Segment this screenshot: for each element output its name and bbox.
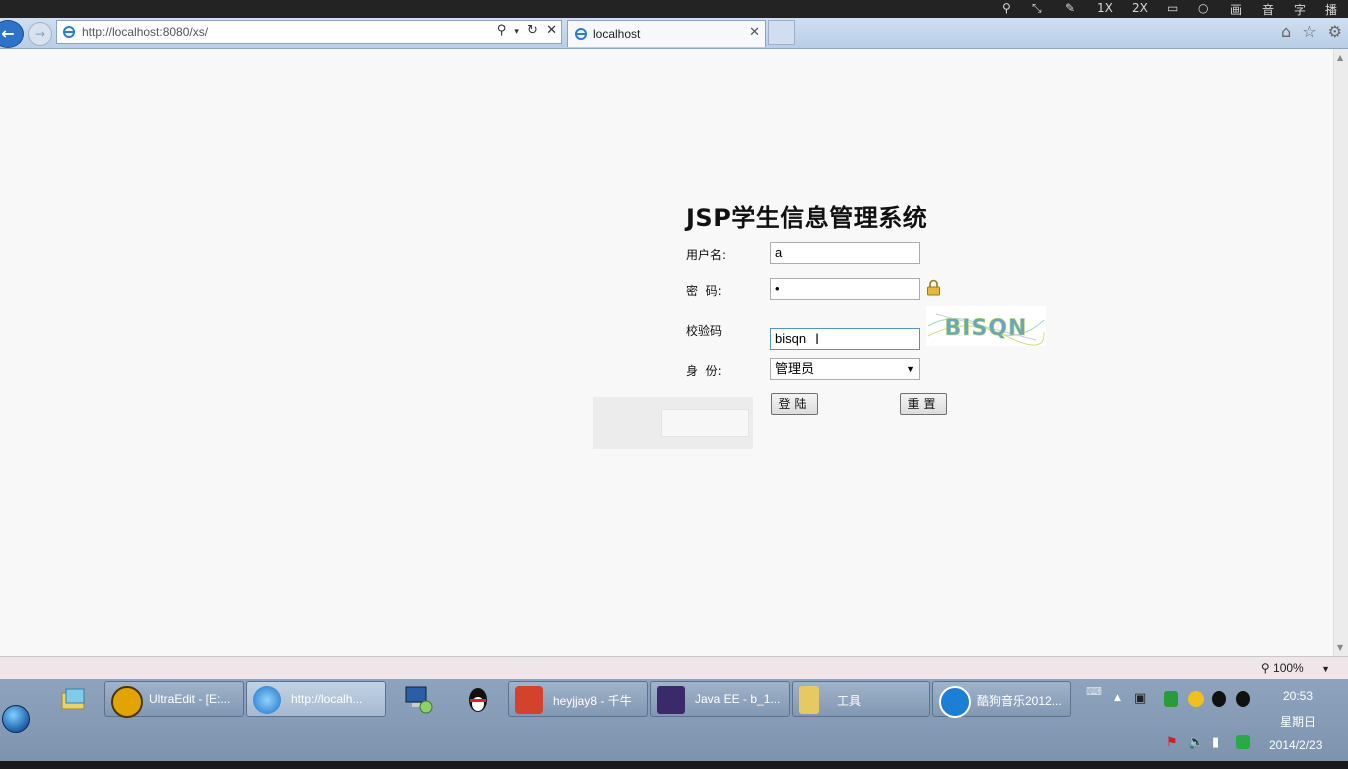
chevron-down-icon[interactable]: ▼ bbox=[1321, 664, 1330, 674]
taskbar-item-label: UltraEdit - [E:... bbox=[149, 692, 231, 706]
power-icon[interactable]: ▮ bbox=[1212, 735, 1219, 750]
new-tab-button[interactable] bbox=[768, 20, 795, 45]
captcha-text: BISQN bbox=[945, 316, 1028, 341]
pin-icon[interactable]: ⚲ bbox=[1002, 1, 1011, 15]
forward-button[interactable]: → bbox=[28, 22, 52, 46]
taskbar: UltraEdit - [E:... http://localh... heyj… bbox=[0, 679, 1348, 761]
ie-icon bbox=[63, 26, 75, 38]
taskbar-item-ultraedit[interactable]: UltraEdit - [E:... bbox=[104, 681, 244, 718]
faded-overlay bbox=[593, 397, 753, 449]
window-icon[interactable]: ▭ bbox=[1167, 1, 1178, 15]
update-icon[interactable] bbox=[1236, 735, 1250, 749]
lock-icon bbox=[927, 279, 940, 296]
login-button[interactable]: 登陆 bbox=[771, 393, 818, 415]
folder-icon bbox=[799, 686, 819, 714]
action-center-flag-icon[interactable]: ⚑ bbox=[1166, 735, 1178, 750]
taskbar-item-java-ee[interactable]: Java EE - b_1... bbox=[650, 681, 790, 717]
taskbar-item-qianniu[interactable]: heyjjay8 - 千牛 bbox=[508, 681, 648, 717]
username-input[interactable]: a bbox=[770, 242, 920, 264]
dropdown-icon[interactable]: ▾ bbox=[514, 27, 519, 37]
qq-tray-icon[interactable] bbox=[1212, 691, 1226, 707]
show-hidden-icons-icon[interactable]: ▲ bbox=[1114, 693, 1121, 703]
zoom-2x-button[interactable]: 2X bbox=[1132, 1, 1148, 15]
recorder-timeline bbox=[0, 761, 1348, 769]
zoom-1x-button[interactable]: 1X bbox=[1097, 1, 1113, 15]
qianniu-icon bbox=[515, 686, 543, 714]
page-viewport bbox=[0, 49, 1333, 656]
taskbar-item-browser[interactable]: http://localh... bbox=[246, 681, 386, 717]
clock-date[interactable]: 2014/2/23 bbox=[1269, 738, 1322, 752]
home-icon[interactable]: ⌂ bbox=[1281, 22, 1291, 41]
zoom-icon: ⚲ bbox=[1260, 661, 1270, 675]
clock-day[interactable]: 星期日 bbox=[1280, 713, 1316, 730]
favorites-star-icon[interactable]: ☆ bbox=[1302, 22, 1316, 41]
network-computer-icon[interactable] bbox=[402, 683, 434, 715]
tab-title: localhost bbox=[593, 27, 641, 41]
recorder-label-pic[interactable]: 画 bbox=[1230, 1, 1242, 18]
taskbar-item-label: Java EE - b_1... bbox=[695, 692, 781, 706]
browser-chrome: ← → http://localhost:8080/xs/ ⚲ ▾ ↻ ✕ lo… bbox=[0, 18, 1348, 49]
qq-icon[interactable] bbox=[462, 683, 494, 715]
role-select[interactable]: 管理员 ▼ bbox=[770, 358, 920, 380]
address-bar[interactable]: http://localhost:8080/xs/ ⚲ ▾ ↻ ✕ bbox=[56, 20, 562, 44]
captcha-input[interactable]: bisqn bbox=[770, 328, 920, 350]
recorder-label-play[interactable]: 播 bbox=[1325, 1, 1337, 18]
page-title: JSP学生信息管理系统 bbox=[686, 204, 928, 232]
bulb-icon[interactable]: ○ bbox=[1198, 1, 1208, 15]
recorder-label-text[interactable]: 字 bbox=[1294, 1, 1306, 18]
plus-app-icon[interactable] bbox=[1188, 691, 1204, 707]
volume-icon[interactable]: 🔈 bbox=[1188, 735, 1204, 750]
browser-status-bar: ⚲ 100% ▼ bbox=[0, 656, 1348, 679]
password-input[interactable]: • bbox=[770, 278, 920, 300]
captcha-image[interactable]: BISQN bbox=[926, 306, 1046, 346]
captcha-label: 校验码 bbox=[686, 324, 723, 338]
taskbar-item-kugou[interactable]: 酷狗音乐2012... bbox=[932, 681, 1071, 718]
keyboard-icon[interactable]: ⌨ bbox=[1086, 685, 1102, 698]
kugou-icon bbox=[939, 686, 971, 718]
zoom-control[interactable]: ⚲ 100% ▼ bbox=[1261, 661, 1330, 675]
ie-icon bbox=[575, 28, 587, 40]
browser-tab[interactable]: localhost ✕ bbox=[567, 20, 766, 47]
taskbar-item-label: 酷狗音乐2012... bbox=[977, 694, 1062, 708]
close-tab-icon[interactable]: ✕ bbox=[749, 25, 760, 40]
refresh-icon[interactable]: ↻ bbox=[527, 23, 538, 38]
taskbar-item-label: http://localh... bbox=[291, 692, 363, 706]
zoom-level: 100% bbox=[1273, 661, 1304, 675]
username-label: 用户名: bbox=[686, 248, 727, 262]
search-icon[interactable]: ⚲ bbox=[497, 23, 507, 38]
java-ee-icon bbox=[657, 686, 685, 714]
chevron-down-icon[interactable]: ▼ bbox=[906, 359, 915, 379]
qq-tray-icon-2[interactable] bbox=[1236, 691, 1250, 707]
stop-icon[interactable]: ✕ bbox=[546, 23, 557, 38]
settings-gear-icon[interactable]: ⚙ bbox=[1328, 22, 1342, 41]
back-button[interactable]: ← bbox=[0, 20, 24, 48]
vertical-scrollbar[interactable]: ▲ ▼ bbox=[1333, 49, 1348, 656]
resize-icon[interactable]: ⤡ bbox=[1032, 1, 1042, 16]
ie-icon bbox=[253, 686, 281, 714]
taskbar-item-label: heyjjay8 - 千牛 bbox=[553, 694, 632, 708]
start-button[interactable] bbox=[2, 705, 30, 733]
clock-time[interactable]: 20:53 bbox=[1283, 689, 1313, 703]
security-shield-icon[interactable] bbox=[1164, 691, 1178, 707]
reset-button[interactable]: 重置 bbox=[900, 393, 947, 415]
address-tools: ⚲ ▾ ↻ ✕ bbox=[493, 23, 557, 38]
recorder-toolbar: ⚲ ⤡ ✎ 1X 2X ▭ ○ 画 音 字 播 bbox=[0, 0, 1348, 18]
scroll-down-icon[interactable]: ▼ bbox=[1337, 643, 1343, 652]
edit-icon[interactable]: ✎ bbox=[1065, 1, 1075, 15]
role-label: 身 份: bbox=[686, 364, 722, 378]
scroll-up-icon[interactable]: ▲ bbox=[1337, 53, 1343, 62]
ultraedit-icon bbox=[111, 686, 143, 718]
address-text[interactable]: http://localhost:8080/xs/ bbox=[82, 25, 208, 39]
password-label: 密 码: bbox=[686, 284, 722, 298]
device-icon[interactable]: ▣ bbox=[1134, 691, 1146, 706]
role-selected-value: 管理员 bbox=[775, 361, 815, 376]
libraries-icon[interactable] bbox=[58, 683, 90, 715]
browser-toolbar-right: ⌂ ☆ ⚙ bbox=[1275, 22, 1342, 41]
text-cursor-icon: I bbox=[815, 332, 820, 348]
taskbar-item-label: 工具 bbox=[837, 694, 862, 708]
taskbar-item-folder[interactable]: 工具 bbox=[792, 681, 930, 717]
recorder-label-audio[interactable]: 音 bbox=[1262, 1, 1274, 18]
